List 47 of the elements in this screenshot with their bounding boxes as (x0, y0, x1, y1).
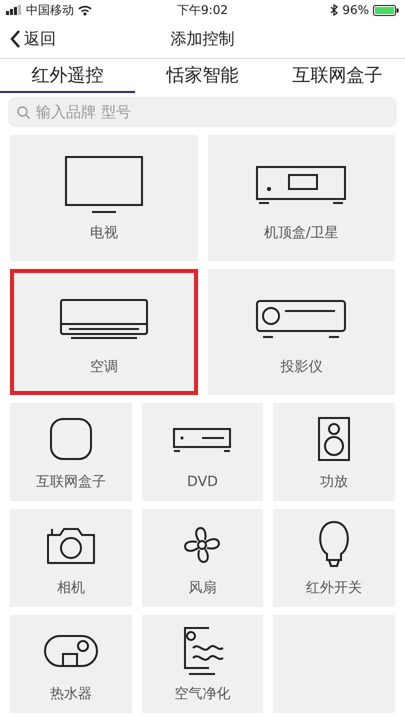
device-label: 投影仪 (280, 358, 322, 376)
signal-icon (6, 5, 22, 15)
back-button[interactable]: 返回 (0, 28, 66, 50)
device-tile[interactable]: 互联网盒子 (10, 403, 132, 501)
device-tile[interactable]: 空气净化 (142, 615, 264, 713)
device-tile[interactable]: 风扇 (142, 509, 264, 607)
device-label: 风扇 (188, 579, 216, 597)
carrier-text: 中国移动 (26, 2, 74, 18)
device-label: DVD (187, 474, 218, 490)
air-conditioner-icon (58, 298, 149, 340)
water-heater-icon (42, 634, 99, 668)
projector-icon (255, 299, 348, 339)
device-label: 相机 (56, 579, 85, 597)
device-tile[interactable]: 相机 (10, 509, 132, 607)
speaker-icon (317, 416, 352, 462)
battery-icon (372, 4, 399, 16)
wifi-icon (78, 4, 92, 16)
category-tab[interactable]: 互联网盒子 (270, 59, 405, 93)
search-field[interactable]: 输入品牌 型号 (8, 97, 397, 127)
device-tile[interactable]: 功放 (273, 403, 395, 501)
device-tile[interactable]: 电视 (10, 135, 198, 261)
status-time: 下午9:02 (177, 2, 228, 18)
set-top-box-icon (255, 165, 348, 205)
search-icon (17, 106, 30, 119)
battery-percent: 96% (342, 3, 369, 17)
device-tile[interactable]: 机顶盒/卫星 (208, 135, 395, 261)
device-label: 空气净化 (174, 685, 230, 703)
device-label: 机顶盒/卫星 (264, 224, 339, 242)
device-label: 空调 (90, 358, 118, 376)
device-label: 互联网盒子 (36, 473, 106, 491)
device-tile[interactable]: 红外开关 (273, 509, 395, 607)
device-label: 热水器 (50, 685, 92, 703)
category-tab[interactable]: 恬家智能 (135, 59, 270, 93)
bluetooth-icon (330, 4, 338, 16)
rounded-square-icon (48, 417, 93, 461)
device-label: 电视 (90, 224, 118, 242)
chevron-left-icon (10, 30, 21, 48)
device-tile[interactable]: 投影仪 (208, 269, 395, 395)
device-tile[interactable]: DVD (142, 403, 264, 501)
page-title: 添加控制 (170, 28, 234, 50)
tv-icon (64, 155, 144, 215)
device-tile[interactable]: 热水器 (10, 615, 132, 713)
dvd-player-icon (172, 427, 232, 453)
device-label: 红外开关 (306, 579, 362, 597)
device-tile[interactable]: 空调 (10, 269, 198, 395)
category-tab[interactable]: 红外遥控 (0, 59, 135, 93)
device-label: 功放 (320, 473, 348, 491)
